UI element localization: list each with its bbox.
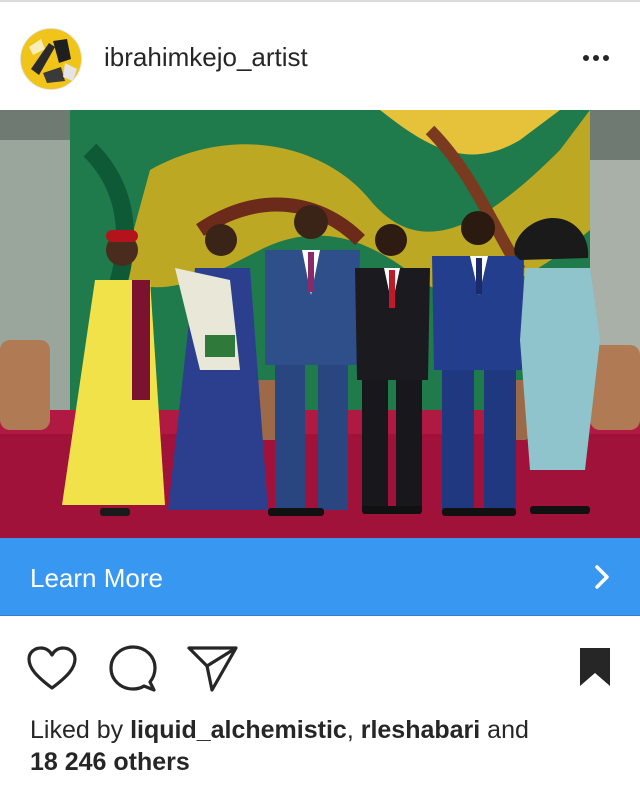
learn-more-button[interactable]: Learn More [0, 538, 640, 616]
likes-others-link[interactable]: 18 246 others [30, 748, 190, 776]
post-photo-illustration [0, 110, 640, 538]
avatar-artwork [21, 29, 81, 89]
post-username[interactable]: ibrahimkejo_artist [104, 42, 308, 72]
chevron-right-icon[interactable] [588, 562, 616, 592]
liked-by-user-link[interactable]: rleshabari [361, 716, 481, 744]
heart-icon[interactable] [26, 646, 78, 692]
more-dot [583, 55, 589, 61]
comment-icon[interactable] [108, 644, 158, 694]
more-options-icon[interactable] [576, 46, 616, 70]
bookmark-icon[interactable] [578, 646, 612, 688]
post-header: ibrahimkejo_artist [0, 2, 640, 110]
likes-summary: Liked by liquid_alchemistic, rleshabari … [30, 714, 630, 778]
likes-prefix: Liked by [30, 716, 131, 744]
avatar[interactable] [20, 28, 82, 90]
send-icon[interactable] [186, 644, 240, 694]
post-photo[interactable] [0, 110, 640, 538]
learn-more-label: Learn More [30, 563, 163, 593]
likes-suffix: and [480, 716, 529, 744]
post-actions [0, 616, 640, 706]
liked-by-user-link[interactable]: liquid_alchemistic [130, 716, 347, 744]
more-dot [603, 55, 609, 61]
more-dot [593, 55, 599, 61]
likes-separator: , [346, 716, 361, 744]
